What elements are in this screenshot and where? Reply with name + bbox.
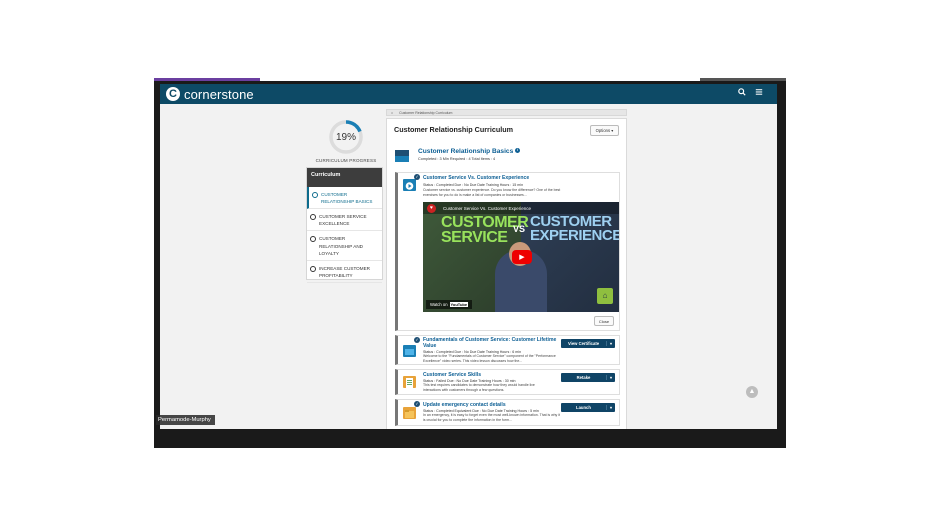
learning-item-card: Customer Service Skills Status : Failed … bbox=[395, 369, 620, 395]
learning-item-title[interactable]: Fundamentals of Customer Service: Custom… bbox=[423, 337, 563, 349]
cornerstone-logo-icon[interactable]: C bbox=[166, 87, 180, 101]
info-icon[interactable]: i bbox=[515, 148, 521, 153]
home-icon[interactable]: ⌂ bbox=[391, 111, 393, 115]
learning-item-title[interactable]: Customer Service Vs. Customer Experience bbox=[423, 175, 529, 182]
channel-watermark-icon: ⌂ bbox=[597, 288, 613, 304]
watch-on-label: Watch on bbox=[430, 302, 448, 307]
action-label: Launch bbox=[576, 405, 591, 410]
video-word-left: CUSTOMER SERVICE bbox=[441, 214, 529, 247]
curriculum-progress-percent: 19% bbox=[335, 131, 356, 143]
cornerstone-screen: C cornerstone 19% CURRICULUM PROGRESS Cu… bbox=[160, 84, 777, 429]
video-title[interactable]: Customer Service Vs. Customer Experience bbox=[443, 206, 531, 211]
learning-item-description: Welcome to the "Fundamentals of Customer… bbox=[423, 354, 556, 363]
curriculum-main-panel: Customer Relationship Curriculum Options… bbox=[386, 118, 627, 429]
learning-item-description: Customer service vs. customer experience… bbox=[423, 188, 561, 197]
form-item-icon bbox=[403, 407, 416, 419]
radio-icon bbox=[312, 192, 318, 198]
chevron-down-icon[interactable]: ▾ bbox=[606, 405, 615, 410]
curriculum-sidebar-header: Curriculum bbox=[307, 168, 382, 187]
curriculum-item-service-excellence[interactable]: CUSTOMER SERVICE EXCELLENCE bbox=[307, 209, 382, 232]
completed-check-icon: ✓ bbox=[414, 401, 420, 407]
learning-item-card: ✓ Update emergency contact details Statu… bbox=[395, 399, 620, 426]
video-item-icon bbox=[403, 345, 416, 357]
learning-item-title[interactable]: Update emergency contact details bbox=[423, 402, 506, 409]
section-meta: Completed : 3 Min Required : 4 Total Ite… bbox=[418, 157, 496, 161]
radio-icon bbox=[310, 214, 316, 221]
breadcrumb-current: Customer Relationship Curriculum bbox=[399, 110, 453, 115]
action-label: View Certificate bbox=[567, 341, 600, 346]
learning-item-card: ✓ Customer Service Vs. Customer Experien… bbox=[395, 172, 620, 331]
learning-item-meta: Status : Completed Due : No Due Date Tra… bbox=[423, 183, 524, 187]
channel-avatar-icon[interactable]: ♥ bbox=[427, 204, 436, 213]
breadcrumb: ⌂ Customer Relationship Curriculum bbox=[386, 109, 627, 116]
section-title[interactable]: Customer Relationship Basics i bbox=[418, 148, 521, 155]
video-title-bar: Customer Service Vs. Customer Experience bbox=[423, 202, 619, 214]
chevron-down-icon[interactable]: ▾ bbox=[606, 375, 615, 380]
retake-button[interactable]: Retake ▾ bbox=[561, 373, 615, 382]
completed-check-icon: ✓ bbox=[414, 174, 420, 180]
page-title: Customer Relationship Curriculum bbox=[394, 125, 514, 134]
cornerstone-logo-text[interactable]: cornerstone bbox=[184, 87, 254, 102]
participant-name-tag: Permamode-Murphy bbox=[156, 415, 215, 425]
view-certificate-button[interactable]: View Certificate ▾ bbox=[561, 339, 615, 348]
search-icon[interactable] bbox=[738, 88, 746, 99]
learning-item-description: This test requires candidates to demonst… bbox=[423, 383, 535, 392]
curriculum-item-label: CUSTOMER RELATIONSHIP BASICS bbox=[321, 192, 373, 205]
curriculum-item-profitability[interactable]: INCREASE CUSTOMER PROFITABILITY bbox=[307, 261, 382, 283]
youtube-video-player[interactable]: CUSTOMER SERVICE VS CUSTOMER EXPERIENCE … bbox=[423, 202, 619, 312]
video-item-icon bbox=[403, 179, 416, 191]
play-icon[interactable]: ▶ bbox=[512, 250, 532, 264]
options-dropdown-button[interactable]: Options ▾ bbox=[590, 125, 619, 136]
section-title-text: Customer Relationship Basics bbox=[418, 148, 514, 155]
menu-icon[interactable] bbox=[755, 88, 763, 99]
action-label: Retake bbox=[576, 375, 591, 380]
watch-on-youtube-link[interactable]: Watch on YouTube bbox=[426, 300, 473, 309]
curriculum-sidebar: Curriculum CUSTOMER RELATIONSHIP BASICS … bbox=[306, 167, 383, 283]
curriculum-item-label: CUSTOMER RELATIONSHIP AND LOYALTY bbox=[319, 236, 363, 256]
scroll-to-top-icon[interactable]: ▲ bbox=[746, 386, 758, 398]
close-video-button[interactable]: Close bbox=[594, 316, 614, 326]
learning-item-description: In an emergency, it is easy to forget ev… bbox=[423, 413, 561, 422]
curriculum-item-label: CUSTOMER SERVICE EXCELLENCE bbox=[319, 214, 367, 227]
test-item-icon bbox=[403, 376, 416, 388]
chevron-down-icon[interactable]: ▾ bbox=[606, 341, 615, 346]
top-navigation-bar: C cornerstone bbox=[160, 84, 777, 104]
curriculum-progress-caption: CURRICULUM PROGRESS bbox=[315, 158, 377, 163]
curriculum-item-relationship-loyalty[interactable]: CUSTOMER RELATIONSHIP AND LOYALTY bbox=[307, 231, 382, 261]
video-word-right: CUSTOMER EXPERIENCE bbox=[530, 213, 619, 245]
radio-icon bbox=[310, 236, 316, 243]
curriculum-item-label: INCREASE CUSTOMER PROFITABILITY bbox=[319, 265, 370, 278]
launch-button[interactable]: Launch ▾ bbox=[561, 403, 615, 412]
learning-item-title[interactable]: Customer Service Skills bbox=[423, 372, 481, 379]
learning-item-card: ✓ Fundamentals of Customer Service: Cust… bbox=[395, 335, 620, 365]
video-vs: VS bbox=[513, 224, 526, 234]
youtube-logo: YouTube bbox=[449, 302, 469, 307]
completed-check-icon: ✓ bbox=[414, 337, 420, 343]
section-progress-percent: 75% bbox=[396, 156, 406, 161]
radio-icon bbox=[310, 265, 316, 272]
curriculum-item-relationship-basics[interactable]: CUSTOMER RELATIONSHIP BASICS bbox=[307, 187, 382, 210]
